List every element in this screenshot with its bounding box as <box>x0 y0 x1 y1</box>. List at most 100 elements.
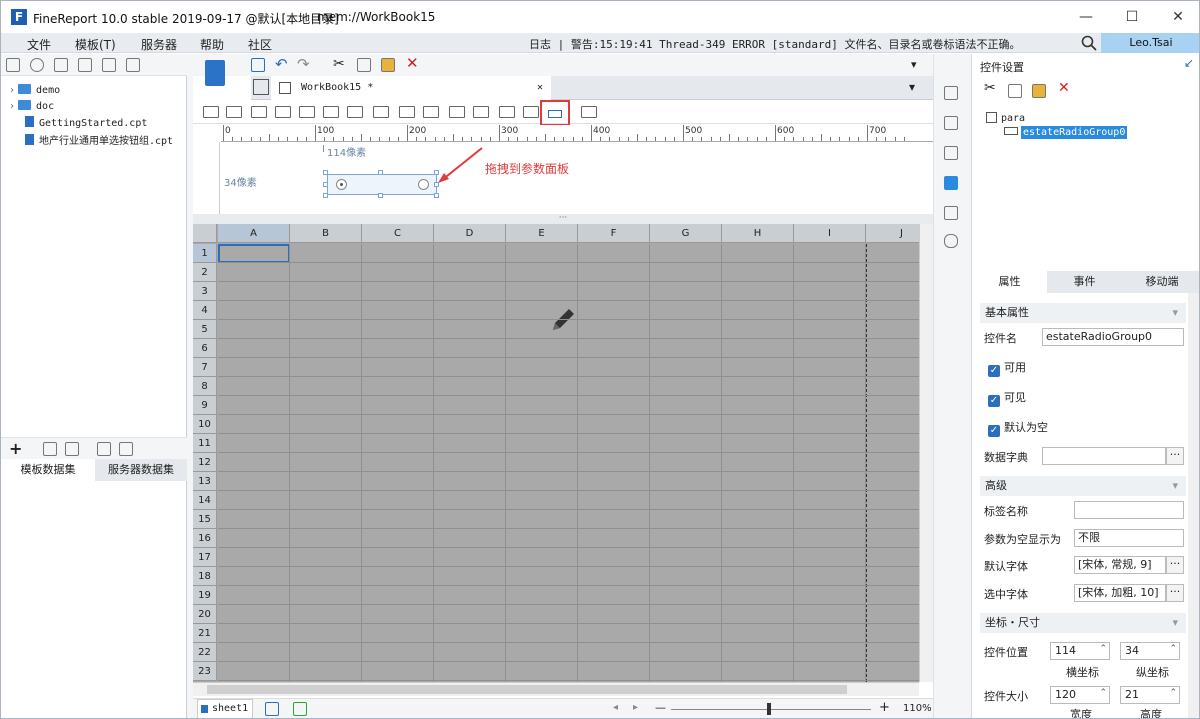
row-header[interactable]: 23 <box>193 662 217 681</box>
spreadsheet-grid[interactable]: A B C D E F G H I J 1 2 3 4 5 6 7 8 9 10 11 12 13 14 15 16 17 18 19 2… <box>193 224 919 682</box>
widget-settings-icon[interactable] <box>944 176 958 190</box>
tag-input[interactable] <box>1074 501 1184 519</box>
column-header[interactable]: E <box>506 224 578 243</box>
radio-option-2[interactable] <box>418 179 429 190</box>
column-header[interactable]: C <box>362 224 434 243</box>
row-header[interactable]: 9 <box>193 396 217 415</box>
properties-scrollbar[interactable] <box>1188 293 1199 718</box>
resize-handle[interactable] <box>378 170 383 175</box>
tab-server-dataset[interactable]: 服务器数据集 <box>95 459 187 481</box>
preview-icon[interactable] <box>97 442 111 456</box>
label-widget-icon[interactable] <box>203 106 219 118</box>
column-header[interactable]: B <box>290 224 362 243</box>
x-coordinate-input[interactable]: 114 <box>1050 642 1110 660</box>
tree-item-doc[interactable]: › doc <box>9 100 54 112</box>
tree-item-estate-radio[interactable]: 地产行业通用单选按钮组.cpt <box>25 132 173 147</box>
sheet-tab[interactable]: sheet1 <box>197 699 253 718</box>
template-list-icon[interactable]: ▾ <box>909 80 915 94</box>
user-badge[interactable]: Leo.Tsai <box>1101 33 1199 53</box>
menu-server[interactable]: 服务器 <box>141 36 177 53</box>
cell-element-icon[interactable] <box>944 116 958 130</box>
zoom-out-button[interactable]: — <box>655 701 666 714</box>
password-widget-icon[interactable] <box>473 106 489 118</box>
edit-icon[interactable] <box>43 442 57 456</box>
row-header[interactable]: 3 <box>193 282 217 301</box>
number-widget-icon[interactable] <box>323 106 339 118</box>
row-header[interactable]: 6 <box>193 339 217 358</box>
add-dataset-icon[interactable]: + <box>9 439 22 458</box>
undo-icon[interactable]: ↶ <box>275 55 288 73</box>
section-basic[interactable]: 基本属性 ▾ <box>980 303 1186 323</box>
section-coords[interactable]: 坐标・尺寸 ▾ <box>980 613 1186 633</box>
menu-template[interactable]: 模板(T) <box>75 36 116 53</box>
row-header[interactable]: 18 <box>193 567 217 586</box>
radio-group-widget-button[interactable] <box>540 100 570 126</box>
paste-widget-icon[interactable] <box>1032 84 1046 98</box>
menu-help[interactable]: 帮助 <box>200 36 224 53</box>
empty-display-input[interactable]: 不限 <box>1074 529 1184 547</box>
row-header[interactable]: 20 <box>193 605 217 624</box>
splitter[interactable]: ··· <box>193 214 933 224</box>
row-header[interactable]: 8 <box>193 377 217 396</box>
tab-properties[interactable]: 属性 <box>972 271 1047 293</box>
default-font-button[interactable]: ··· <box>1166 556 1184 574</box>
menu-file[interactable]: 文件 <box>27 36 51 53</box>
row-header[interactable]: 1 <box>193 244 217 263</box>
resize-handle[interactable] <box>323 182 328 187</box>
paste-icon[interactable] <box>381 58 395 72</box>
left-splitter[interactable] <box>187 54 193 718</box>
cut-widget-icon[interactable]: ✂ <box>984 80 996 96</box>
resize-handle[interactable] <box>323 193 328 198</box>
radio-option-1[interactable] <box>336 179 347 190</box>
more-widgets-icon[interactable] <box>581 106 597 118</box>
row-header[interactable]: 2 <box>193 263 217 282</box>
file-widget-icon[interactable] <box>449 106 465 118</box>
tree-item-demo[interactable]: › demo <box>9 84 60 96</box>
resize-handle[interactable] <box>434 193 439 198</box>
parameter-panel[interactable]: 114像素 34像素 拖拽到参数面板 <box>221 142 933 214</box>
save-icon[interactable] <box>251 58 265 72</box>
resize-handle[interactable] <box>323 170 328 175</box>
selected-cell-a1[interactable] <box>218 244 290 263</box>
row-header[interactable]: 17 <box>193 548 217 567</box>
condition-attr-icon[interactable] <box>944 206 958 220</box>
row-header[interactable]: 16 <box>193 529 217 548</box>
close-button[interactable]: ✕ <box>1155 1 1199 33</box>
row-header[interactable]: 11 <box>193 434 217 453</box>
tree-root-para[interactable]: para <box>986 112 1025 124</box>
column-header[interactable]: I <box>794 224 866 243</box>
tree-node-radio-group[interactable]: estateRadioGroup0 <box>1004 126 1128 139</box>
copy-icon[interactable] <box>357 58 371 72</box>
row-header[interactable]: 7 <box>193 358 217 377</box>
selected-font-button[interactable]: ··· <box>1166 584 1184 602</box>
tab-events[interactable]: 事件 <box>1047 271 1122 293</box>
column-header[interactable]: F <box>578 224 650 243</box>
checkbox-group-widget-icon[interactable] <box>399 106 415 118</box>
width-input[interactable]: 120 <box>1050 686 1110 704</box>
tab-mobile[interactable]: 移动端 <box>1122 271 1199 293</box>
row-header[interactable]: 10 <box>193 415 217 434</box>
resize-handle[interactable] <box>378 193 383 198</box>
visible-checkbox[interactable]: ✓ 可见 <box>988 389 1026 407</box>
dict-browse-button[interactable]: ··· <box>1166 447 1184 465</box>
row-header[interactable]: 4 <box>193 301 217 320</box>
section-advanced[interactable]: 高级 ▾ <box>980 476 1186 496</box>
column-header[interactable]: A <box>218 224 290 243</box>
scroll-left-icon[interactable]: ◂ <box>613 702 618 713</box>
column-header[interactable]: H <box>722 224 794 243</box>
column-header[interactable]: G <box>650 224 722 243</box>
copy-widget-icon[interactable] <box>1008 84 1022 98</box>
list-widget-icon[interactable] <box>373 106 389 118</box>
selected-font-input[interactable]: [宋体, 加粗, 10] <box>1074 584 1166 602</box>
add-report-sheet-icon[interactable] <box>265 702 279 716</box>
default-empty-checkbox[interactable]: ✓ 默认为空 <box>988 419 1048 437</box>
tab-template-dataset[interactable]: 模板数据集 <box>1 459 95 481</box>
dict-input[interactable] <box>1042 447 1166 465</box>
scroll-right-icon[interactable]: ▸ <box>633 702 638 713</box>
row-header[interactable]: 19 <box>193 586 217 605</box>
maximize-button[interactable]: ☐ <box>1109 1 1155 33</box>
delete-icon[interactable]: ✕ <box>406 54 419 72</box>
delete-widget-icon[interactable]: ✕ <box>1058 80 1070 96</box>
search-icon[interactable] <box>1081 35 1097 51</box>
float-element-icon[interactable] <box>944 146 958 160</box>
